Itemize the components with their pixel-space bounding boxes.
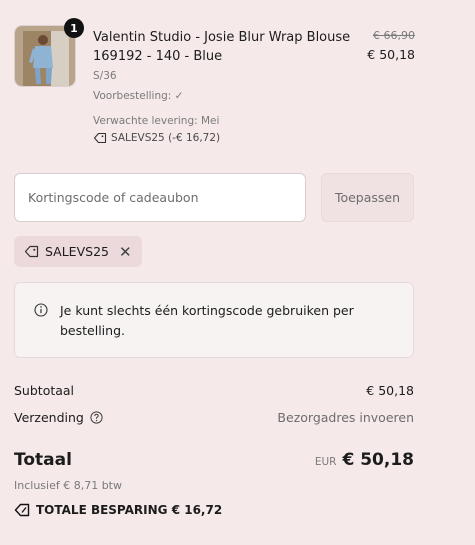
applied-discount-line: SALEVS25 (-€ 16,72) [93,132,220,144]
discount-chip-label: SALEVS25 [45,244,109,259]
tag-icon [93,132,107,144]
subtotal-label: Subtotaal [14,383,75,398]
applied-discount-text: SALEVS25 (-€ 16,72) [111,132,221,144]
shipping-row: Verzending [14,410,103,425]
total-savings-text: TOTALE BESPARING € 16,72 [36,503,223,517]
remove-discount-icon[interactable]: ✕ [119,243,132,261]
total-currency: EUR [314,456,337,468]
discounted-price: € 50,18 [367,47,415,62]
expected-delivery: Verwachte levering: Mei [93,115,220,127]
discount-notice: Je kunt slechts één kortingscode gebruik… [14,282,414,358]
help-icon[interactable] [90,411,103,424]
total-value: € 50,18 [342,450,414,470]
notice-text: Je kunt slechts één kortingscode gebruik… [60,303,354,338]
discount-code-input[interactable] [14,173,306,222]
tag-icon [24,245,39,258]
quantity-badge: 1 [64,18,84,38]
shipping-value: Bezorgadres invoeren [277,410,414,425]
tax-note: Inclusief € 8,71 btw [14,479,122,492]
product-name: Valentin Studio - Josie Blur Wrap Blouse… [93,30,351,64]
info-icon [34,303,48,317]
product-thumbnail: 1 [14,18,84,87]
original-price: € 66,90 [373,29,415,42]
product-size: S/36 [93,70,117,82]
preorder-status: Voorbestelling: ✓ [93,90,184,102]
shipping-label: Verzending [14,410,84,425]
discount-chip: SALEVS25 ✕ [14,236,142,267]
apply-discount-button[interactable]: Toepassen [321,173,414,222]
total-label: Totaal [14,450,72,470]
total-savings: TOTALE BESPARING € 16,72 [14,503,222,517]
savings-tag-icon [14,503,30,517]
total-amount: EUR € 50,18 [315,450,414,470]
subtotal-value: € 50,18 [366,383,414,398]
